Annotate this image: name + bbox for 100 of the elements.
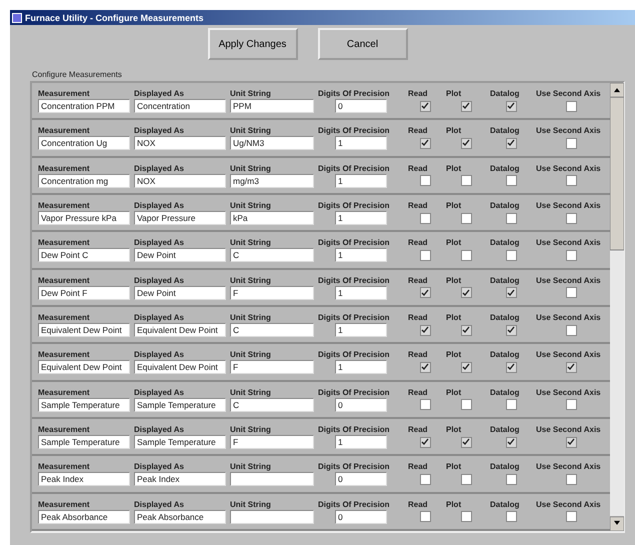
checkbox[interactable] (566, 100, 576, 112)
digits-field[interactable]: 1 (335, 323, 387, 338)
unit-field[interactable]: mg/m3 (230, 174, 314, 188)
unit-field[interactable]: PPM (230, 99, 314, 114)
digits-field[interactable]: 1 (335, 248, 387, 262)
measurement-field[interactable]: Peak Index (38, 472, 130, 486)
checkbox[interactable] (566, 436, 576, 448)
digits-field[interactable]: 1 (335, 435, 387, 450)
unit-field[interactable]: C (230, 323, 314, 338)
checkbox[interactable] (460, 287, 472, 298)
measurement-field[interactable]: Vapor Pressure kPa (38, 211, 130, 226)
checkbox[interactable] (566, 511, 576, 522)
checkbox[interactable] (460, 175, 472, 186)
checkbox[interactable] (460, 212, 472, 224)
unit-field[interactable]: F (230, 286, 314, 300)
measurement-field[interactable]: Equivalent Dew Point (38, 323, 130, 338)
unit-field[interactable]: C (230, 248, 314, 262)
digits-field[interactable]: 1 (335, 286, 387, 300)
measurement-field[interactable]: Concentration Ug (38, 136, 130, 150)
checkbox[interactable] (506, 511, 516, 522)
checkbox[interactable] (506, 212, 516, 224)
unit-field[interactable]: F (230, 435, 314, 450)
displayed-as-field[interactable]: Sample Temperature (134, 398, 226, 412)
checkbox[interactable] (566, 175, 576, 186)
displayed-as-field[interactable]: Peak Absorbance (134, 510, 226, 524)
displayed-as-field[interactable]: Dew Point (134, 248, 226, 262)
measurement-field[interactable]: Peak Absorbance (38, 510, 130, 524)
checkbox[interactable] (420, 175, 430, 186)
displayed-as-field[interactable]: Peak Index (134, 472, 226, 486)
measurement-field[interactable]: Concentration PPM (38, 99, 130, 114)
checkbox[interactable] (566, 474, 576, 485)
displayed-as-field[interactable]: Equivalent Dew Point (134, 360, 226, 374)
digits-field[interactable]: 0 (335, 398, 387, 412)
checkbox[interactable] (460, 324, 472, 336)
checkbox[interactable] (420, 474, 430, 485)
unit-field[interactable]: F (230, 360, 314, 374)
checkbox[interactable] (420, 324, 430, 336)
checkbox[interactable] (420, 100, 430, 112)
checkbox[interactable] (460, 100, 472, 112)
apply-button[interactable]: Apply Changes (208, 28, 298, 60)
checkbox[interactable] (506, 138, 516, 149)
checkbox[interactable] (566, 250, 576, 261)
unit-field[interactable]: kPa (230, 211, 314, 226)
measurement-field[interactable]: Concentration mg (38, 174, 130, 188)
displayed-as-field[interactable]: Equivalent Dew Point (134, 323, 226, 338)
checkbox[interactable] (420, 362, 430, 373)
measurement-field[interactable]: Sample Temperature (38, 398, 130, 412)
checkbox[interactable] (566, 362, 576, 373)
column-label: Measurement (38, 88, 91, 100)
checkbox[interactable] (566, 212, 576, 224)
checkbox[interactable] (506, 250, 516, 261)
digits-field[interactable]: 1 (335, 136, 387, 150)
checkbox[interactable] (566, 138, 576, 149)
digits-field[interactable]: 1 (335, 174, 387, 188)
measurement-field[interactable]: Dew Point F (38, 286, 130, 300)
checkbox[interactable] (420, 138, 430, 149)
checkbox[interactable] (506, 175, 516, 186)
unit-field[interactable] (230, 472, 314, 486)
checkbox[interactable] (506, 287, 516, 298)
digits-field[interactable]: 0 (335, 472, 387, 486)
displayed-as-field[interactable]: Dew Point (134, 286, 226, 300)
unit-field[interactable]: C (230, 398, 314, 412)
measurement-field[interactable]: Sample Temperature (38, 435, 130, 450)
checkbox[interactable] (420, 212, 430, 224)
checkbox[interactable] (420, 399, 430, 410)
checkbox[interactable] (566, 324, 576, 336)
checkbox[interactable] (420, 511, 430, 522)
digits-field[interactable]: 1 (335, 360, 387, 374)
scrollbar-drawing[interactable] (610, 83, 624, 531)
checkbox[interactable] (506, 362, 516, 373)
checkbox[interactable] (460, 511, 472, 522)
unit-field[interactable] (230, 510, 314, 524)
displayed-as-field[interactable]: Vapor Pressure (134, 211, 226, 226)
checkbox[interactable] (506, 100, 516, 112)
digits-field[interactable]: 1 (335, 211, 387, 226)
displayed-as-field[interactable]: Sample Temperature (134, 435, 226, 450)
checkbox[interactable] (506, 399, 516, 410)
checkbox[interactable] (566, 399, 576, 410)
measurement-field[interactable]: Equivalent Dew Point (38, 360, 130, 374)
measurement-field[interactable]: Dew Point C (38, 248, 130, 262)
checkbox[interactable] (420, 250, 430, 261)
checkbox[interactable] (460, 474, 472, 485)
checkbox[interactable] (460, 362, 472, 373)
displayed-as-field[interactable]: NOX (134, 136, 226, 150)
checkbox[interactable] (460, 250, 472, 261)
checkbox[interactable] (566, 287, 576, 298)
checkbox[interactable] (420, 436, 430, 448)
digits-field[interactable]: 0 (335, 99, 387, 114)
digits-field[interactable]: 0 (335, 510, 387, 524)
checkbox[interactable] (460, 436, 472, 448)
checkbox[interactable] (506, 324, 516, 336)
displayed-as-field[interactable]: Concentration (134, 99, 226, 114)
checkbox[interactable] (460, 399, 472, 410)
checkbox[interactable] (420, 287, 430, 298)
cancel-button[interactable]: Cancel (318, 28, 408, 60)
checkbox[interactable] (460, 138, 472, 149)
unit-field[interactable]: Ug/NM3 (230, 136, 314, 150)
checkbox[interactable] (506, 436, 516, 448)
checkbox[interactable] (506, 474, 516, 485)
displayed-as-field[interactable]: NOX (134, 174, 226, 188)
